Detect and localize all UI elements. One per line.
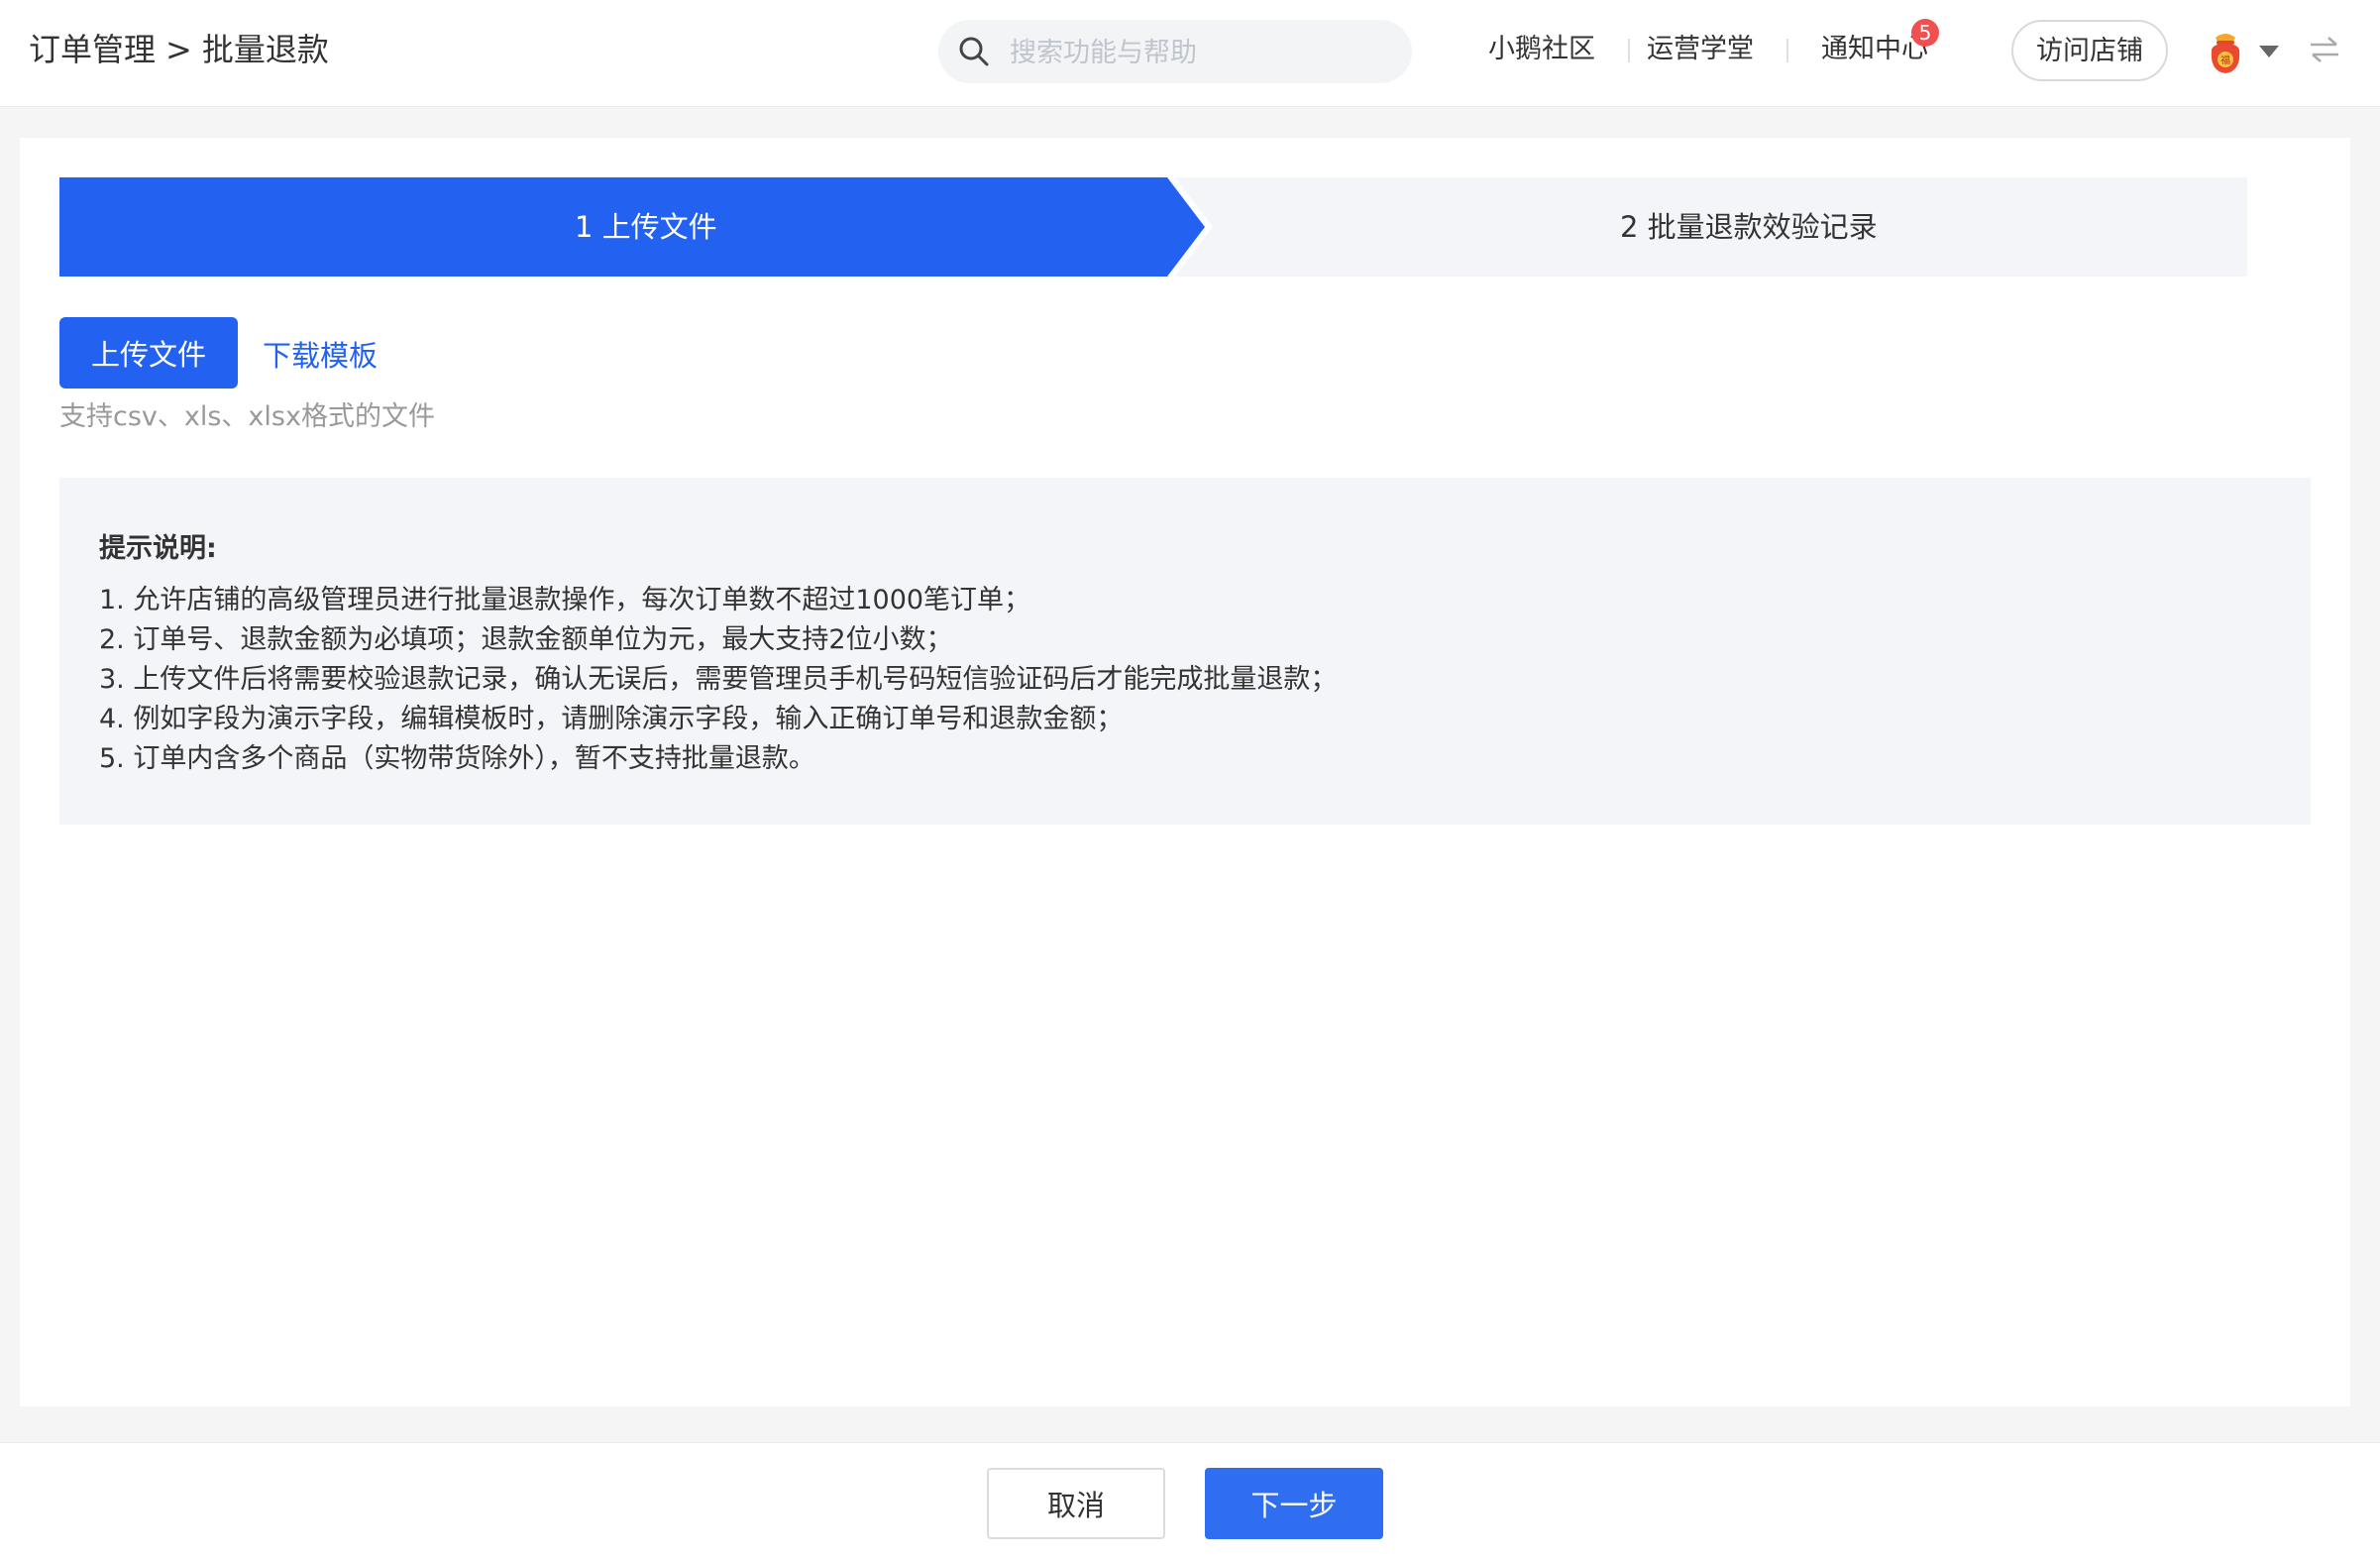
caret-down-icon[interactable] [2257,40,2281,63]
cancel-button[interactable]: 取消 [987,1468,1165,1539]
tip-item: 1. 允许店铺的高级管理员进行批量退款操作，每次订单数不超过1000笔订单； [99,585,1031,615]
search-box[interactable] [938,20,1412,83]
tips-panel: 提示说明: 1. 允许店铺的高级管理员进行批量退款操作，每次订单数不超过1000… [59,478,2311,825]
tips-list: 1. 允许店铺的高级管理员进行批量退款操作，每次订单数不超过1000笔订单； 2… [99,581,1337,779]
step-1-label: 1 上传文件 [575,210,717,244]
divider [1786,39,1788,62]
file-format-hint: 支持csv、xls、xlsx格式的文件 [59,401,435,432]
academy-link[interactable]: 运营学堂 [1647,30,1754,69]
fortune-bag-icon[interactable]: 福 [2204,28,2247,75]
action-bar: 取消 下一步 [0,1442,2380,1559]
step-2-label: 2 批量退款效验记录 [1620,210,1878,244]
breadcrumb-current: 批量退款 [201,31,329,68]
search-input[interactable] [1008,28,1398,77]
visit-store-button[interactable]: 访问店铺 [2011,20,2168,81]
next-step-button[interactable]: 下一步 [1205,1468,1383,1539]
breadcrumb: 订单管理 > 批量退款 [29,28,329,71]
upload-file-button[interactable]: 上传文件 [59,317,238,389]
fortune-glyph: 福 [2220,54,2230,66]
download-template-link[interactable]: 下载模板 [263,334,378,378]
tip-item: 5. 订单内含多个商品（实物带货除外），暂不支持批量退款。 [99,743,815,774]
search-icon [959,37,989,66]
top-header: 订单管理>批量退款 小鹅社区 运营学堂 通知中心 5 访问店铺 福 [0,0,2380,107]
step-indicator: 1 上传文件 2 批量退款效验记录 [59,177,2247,277]
tip-item: 4. 例如字段为演示字段，编辑模板时，请删除演示字段，输入正确订单号和退款金额； [99,704,1124,734]
notification-badge: 5 [1911,19,1939,47]
tip-item: 3. 上传文件后将需要校验退款记录，确认无误后，需要管理员手机号码短信验证码后才… [99,664,1338,695]
swap-icon[interactable] [2307,34,2342,65]
community-link[interactable]: 小鹅社区 [1488,30,1595,69]
breadcrumb-parent[interactable]: 订单管理 [29,31,156,68]
step-shapes [59,177,2247,277]
divider [1628,39,1630,62]
breadcrumb-separator: > [165,31,192,68]
main-card: 1 上传文件 2 批量退款效验记录 上传文件 下载模板 支持csv、xls、xl… [20,138,2350,1406]
tips-title: 提示说明: [99,533,217,564]
tip-item: 2. 订单号、退款金额为必填项；退款金额单位为元，最大支持2位小数； [99,624,953,655]
